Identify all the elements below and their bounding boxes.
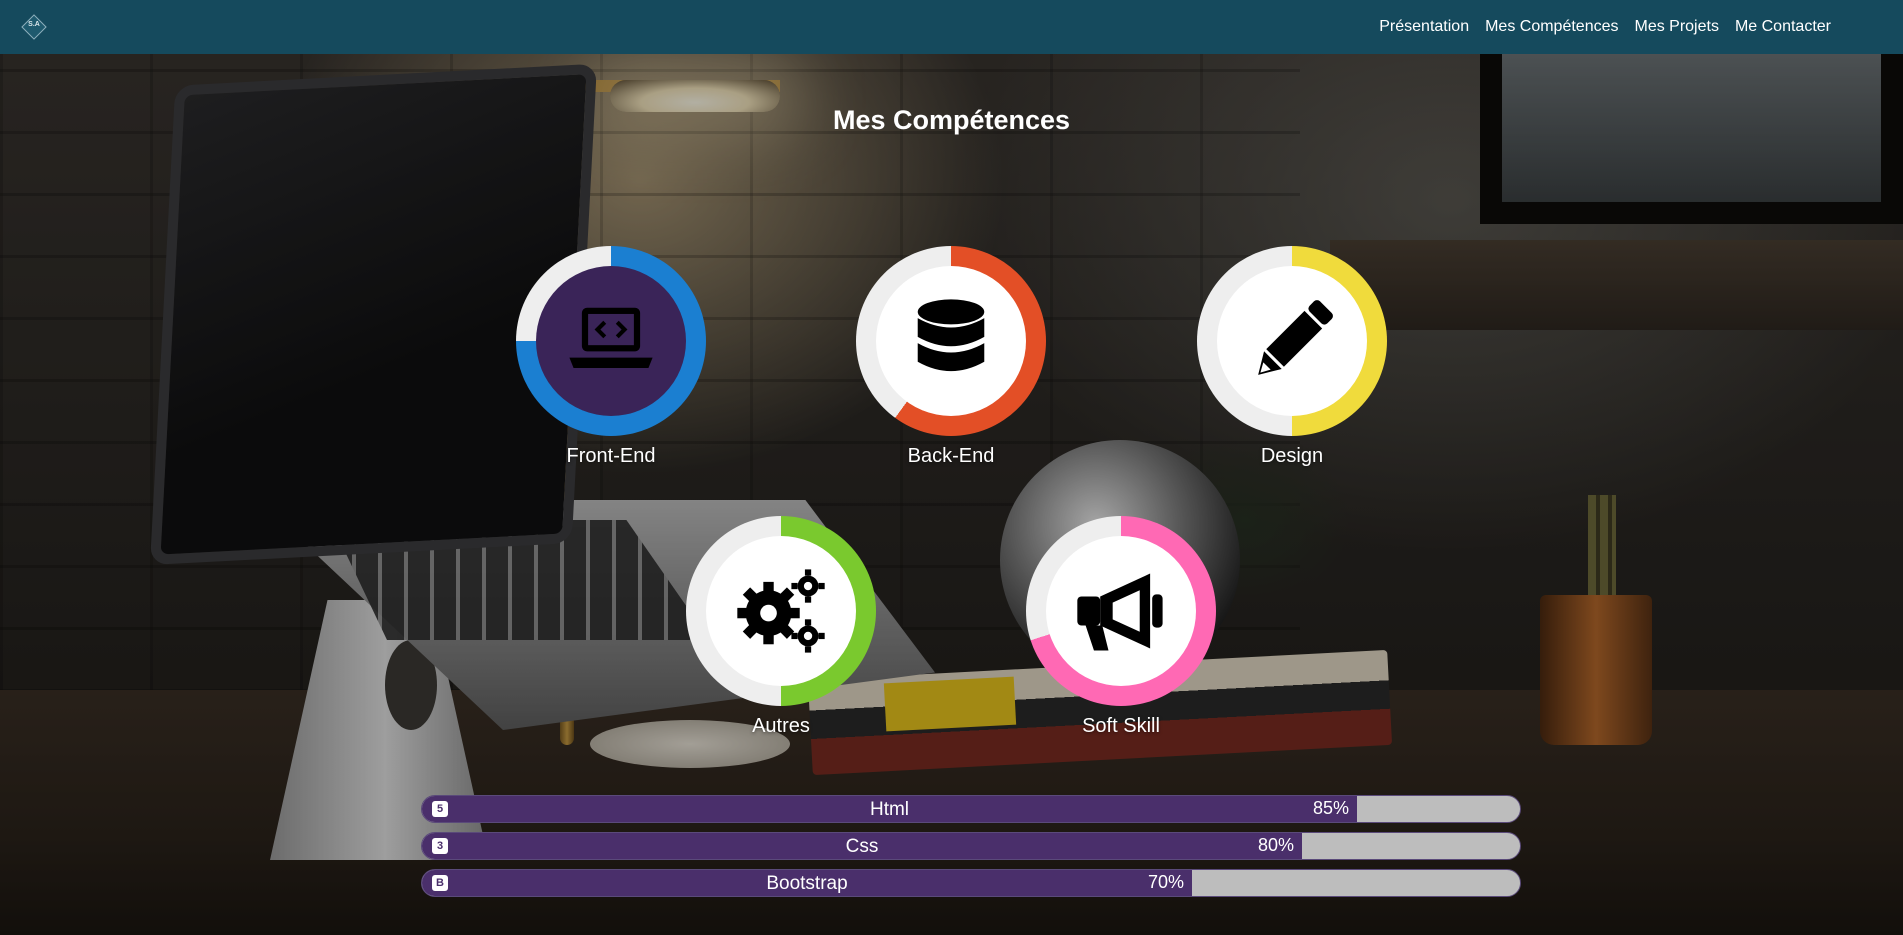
skill-progress-ring xyxy=(686,516,876,706)
skill-label: Autres xyxy=(752,715,810,737)
skill-front-end[interactable]: Front-End xyxy=(516,246,706,468)
progress-fill: B Bootstrap 70% xyxy=(422,870,1192,896)
skill-autres[interactable]: Autres xyxy=(686,516,876,738)
progress-label: Css xyxy=(845,836,879,857)
progress-percent: 70% xyxy=(1147,872,1184,892)
nav-link-competences[interactable]: Mes Compétences xyxy=(1485,18,1618,36)
skill-label: Front-End xyxy=(566,445,656,467)
progress-label: Bootstrap xyxy=(766,873,848,894)
progress-bar-css: 3 Css 80% xyxy=(421,832,1521,860)
skill-label: Back-End xyxy=(907,445,995,467)
progress-fill: 3 Css 80% xyxy=(422,833,1302,859)
laptop-code-icon xyxy=(536,266,686,416)
skill-back-end[interactable]: Back-End xyxy=(856,246,1046,468)
progress-fill: 5 Html 85% xyxy=(422,796,1357,822)
skill-progress-ring xyxy=(856,246,1046,436)
progress-bar-html: 5 Html 85% xyxy=(421,795,1521,823)
progress-label: Html xyxy=(869,799,910,820)
gears-icon xyxy=(706,536,856,686)
skill-soft-skill[interactable]: Soft Skill xyxy=(1026,516,1216,738)
progress-percent: 80% xyxy=(1257,835,1294,855)
progress-percent: 85% xyxy=(1312,798,1349,818)
logo[interactable]: S.A xyxy=(21,14,47,40)
database-icon xyxy=(876,266,1026,416)
skill-design[interactable]: Design xyxy=(1197,246,1387,468)
nav-links: Présentation Mes Compétences Mes Projets… xyxy=(1379,18,1831,36)
nav-link-projets[interactable]: Mes Projets xyxy=(1634,18,1718,36)
skill-progress-ring xyxy=(516,246,706,436)
progress-bar-bootstrap: B Bootstrap 70% xyxy=(421,869,1521,897)
navbar: S.A Présentation Mes Compétences Mes Pro… xyxy=(0,0,1903,54)
pencil-icon xyxy=(1217,266,1367,416)
nav-link-contact[interactable]: Me Contacter xyxy=(1735,18,1831,36)
nav-link-presentation[interactable]: Présentation xyxy=(1379,18,1469,36)
skill-progress-ring xyxy=(1197,246,1387,436)
skill-progress-ring xyxy=(1026,516,1216,706)
megaphone-icon xyxy=(1046,536,1196,686)
skill-label: Soft Skill xyxy=(1082,715,1160,737)
skill-bars: 5 Html 85% 3 Css 80% B Bootstrap 70% xyxy=(421,795,1521,906)
skill-label: Design xyxy=(1260,445,1324,467)
